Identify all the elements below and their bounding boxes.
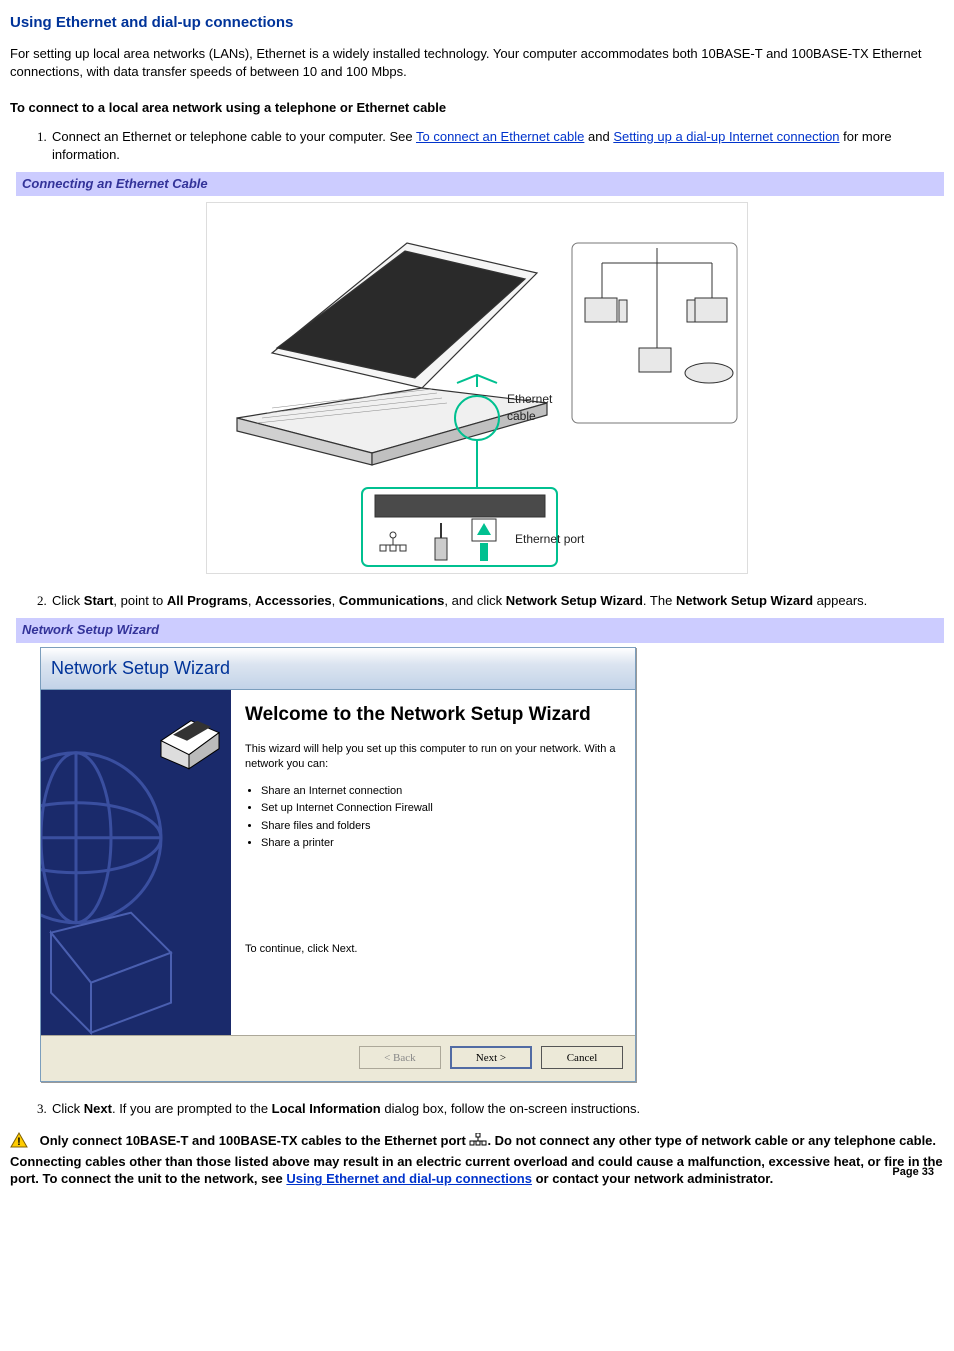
warning-icon: ! bbox=[10, 1132, 28, 1153]
label-ethernet-cable: Ethernet cable bbox=[507, 391, 552, 425]
step-2: Click Start, point to All Programs, Acce… bbox=[50, 592, 944, 610]
link-connect-ethernet-cable[interactable]: To connect an Ethernet cable bbox=[416, 129, 584, 144]
svg-text:!: ! bbox=[17, 1136, 21, 1148]
page-heading: Using Ethernet and dial-up connections bbox=[10, 12, 944, 33]
network-setup-wizard-dialog: Network Setup Wizard bbox=[40, 647, 636, 1083]
list-item: Set up Internet Connection Firewall bbox=[261, 801, 619, 816]
dialog-feature-list: Share an Internet connection Set up Inte… bbox=[245, 784, 619, 852]
dialog-continue-text: To continue, click Next. bbox=[245, 942, 619, 957]
cancel-button[interactable]: Cancel bbox=[541, 1046, 623, 1069]
list-item: Share a printer bbox=[261, 836, 619, 851]
network-port-icon bbox=[469, 1133, 487, 1152]
figure-caption-bar-1: Connecting an Ethernet Cable bbox=[10, 172, 944, 196]
figure-caption-bar-2: Network Setup Wizard bbox=[10, 618, 944, 642]
dialog-titlebar: Network Setup Wizard bbox=[41, 648, 635, 690]
subheading: To connect to a local area network using… bbox=[10, 99, 944, 117]
dialog-description: This wizard will help you set up this co… bbox=[245, 742, 619, 772]
dialog-heading: Welcome to the Network Setup Wizard bbox=[245, 702, 619, 729]
list-item: Share files and folders bbox=[261, 819, 619, 834]
list-item: Share an Internet connection bbox=[261, 784, 619, 799]
link-using-ethernet-dialup[interactable]: Using Ethernet and dial-up connections bbox=[286, 1171, 532, 1186]
ethernet-cable-figure: Ethernet cable Ethernet port bbox=[206, 202, 748, 574]
link-dialup-connection[interactable]: Setting up a dial-up Internet connection bbox=[613, 129, 839, 144]
next-button[interactable]: Next > bbox=[450, 1046, 532, 1069]
page-number: Page 33 bbox=[892, 1165, 934, 1180]
warning-note: ! Only connect 10BASE-T and 100BASE-TX c… bbox=[10, 1132, 944, 1188]
step-1: Connect an Ethernet or telephone cable t… bbox=[50, 128, 944, 164]
back-button: < Back bbox=[359, 1046, 441, 1069]
intro-paragraph: For setting up local area networks (LANs… bbox=[10, 45, 944, 81]
label-ethernet-port: Ethernet port bbox=[515, 531, 584, 548]
dialog-sidebar-graphic bbox=[41, 690, 231, 1035]
step-3: Click Next. If you are prompted to the L… bbox=[50, 1100, 944, 1118]
